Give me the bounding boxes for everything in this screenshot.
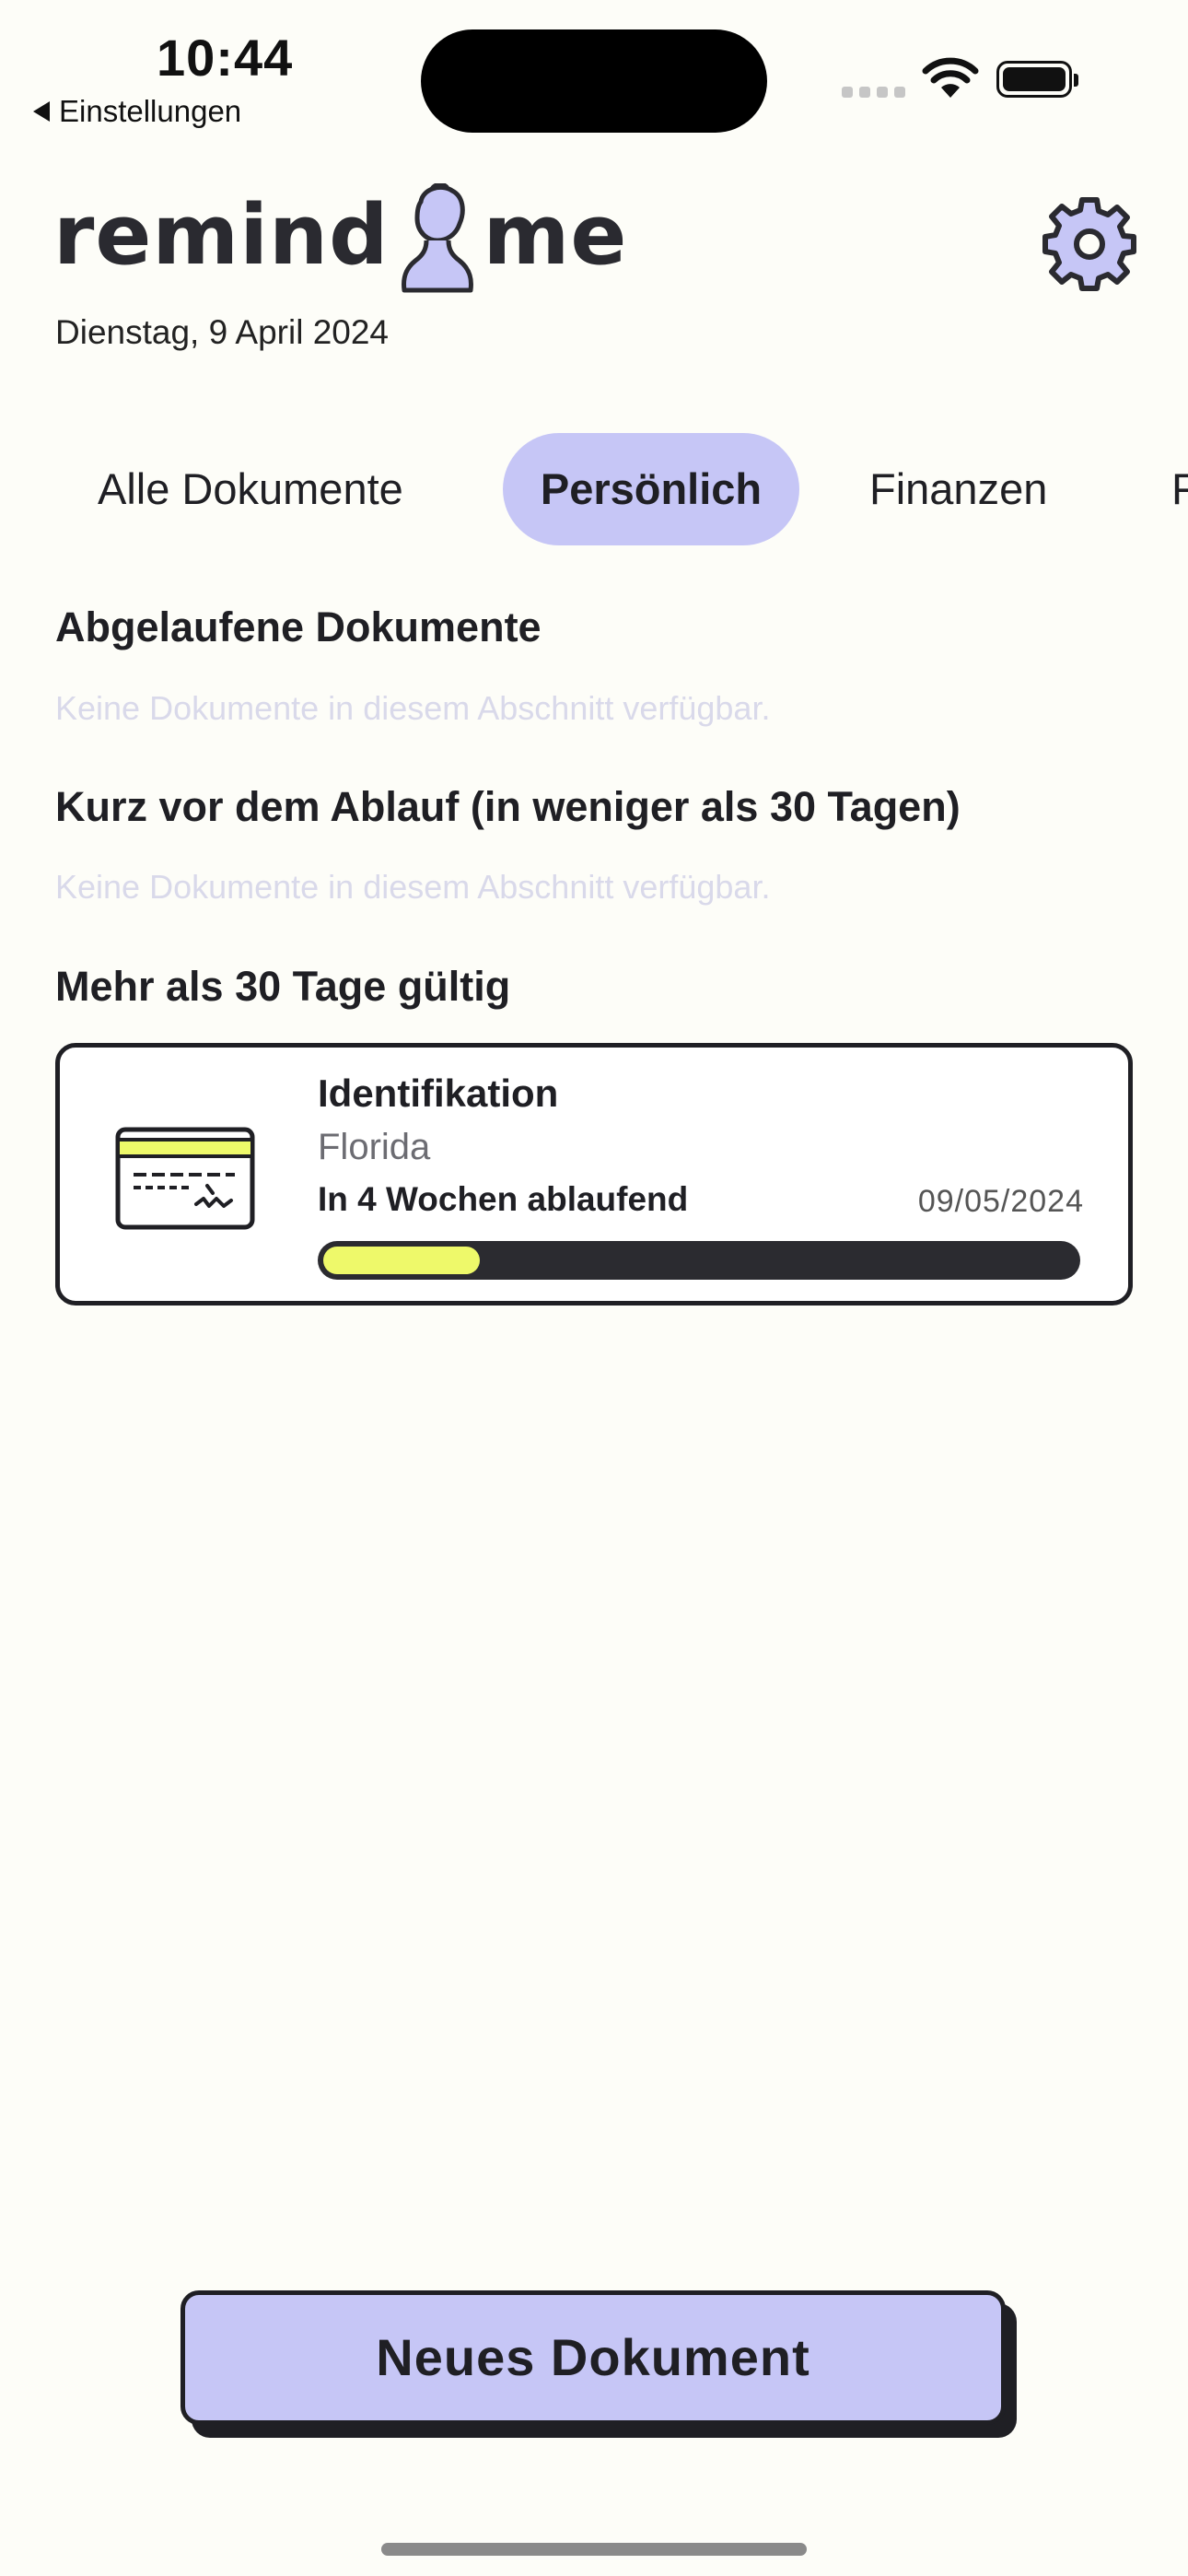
back-to-settings-link[interactable]: Einstellungen: [33, 94, 241, 129]
app-logo: remind me: [53, 175, 627, 295]
tab-personal[interactable]: Persönlich: [503, 433, 799, 545]
settings-gear-icon[interactable]: [1041, 195, 1138, 293]
logo-text-right: me: [483, 186, 628, 284]
wifi-icon: [922, 57, 979, 98]
logo-text-left: remind: [53, 186, 390, 284]
category-tabs: Alle Dokumente Persönlich Finanzen F: [0, 433, 1188, 545]
section-title-expired: Abgelaufene Dokumente: [55, 603, 542, 650]
document-subtitle: Florida: [318, 1127, 431, 1167]
document-expiry-date: 09/05/2024: [917, 1184, 1084, 1219]
back-link-label: Einstellungen: [59, 94, 242, 128]
document-progress-track: [318, 1241, 1080, 1280]
mascot-logo-icon: [401, 183, 473, 293]
id-card-icon: [115, 1127, 255, 1230]
dynamic-island: [421, 29, 767, 133]
tab-finance[interactable]: Finanzen: [869, 433, 1047, 545]
section-title-valid: Mehr als 30 Tage gültig: [55, 963, 511, 1010]
tab-next-partial[interactable]: F: [1171, 433, 1188, 545]
status-time: 10:44: [157, 29, 294, 87]
document-card[interactable]: Identifikation Florida In 4 Wochen ablau…: [55, 1043, 1133, 1306]
back-arrow-icon: [33, 101, 50, 122]
cellular-signal-icon: [842, 87, 905, 98]
document-expiry-status: In 4 Wochen ablaufend: [318, 1180, 689, 1218]
new-document-button[interactable]: Neues Dokument: [181, 2290, 1006, 2425]
battery-icon: [996, 61, 1078, 98]
home-indicator: [381, 2543, 807, 2556]
section-title-expiring-soon: Kurz vor dem Ablauf (in weniger als 30 T…: [55, 783, 961, 830]
current-date: Dienstag, 9 April 2024: [55, 313, 390, 351]
section-empty-expiring-soon: Keine Dokumente in diesem Abschnitt verf…: [55, 868, 771, 906]
section-empty-expired: Keine Dokumente in diesem Abschnitt verf…: [55, 689, 771, 727]
tab-all-documents[interactable]: Alle Dokumente: [98, 433, 403, 545]
document-progress-fill: [323, 1247, 481, 1274]
document-title: Identifikation: [318, 1071, 559, 1115]
